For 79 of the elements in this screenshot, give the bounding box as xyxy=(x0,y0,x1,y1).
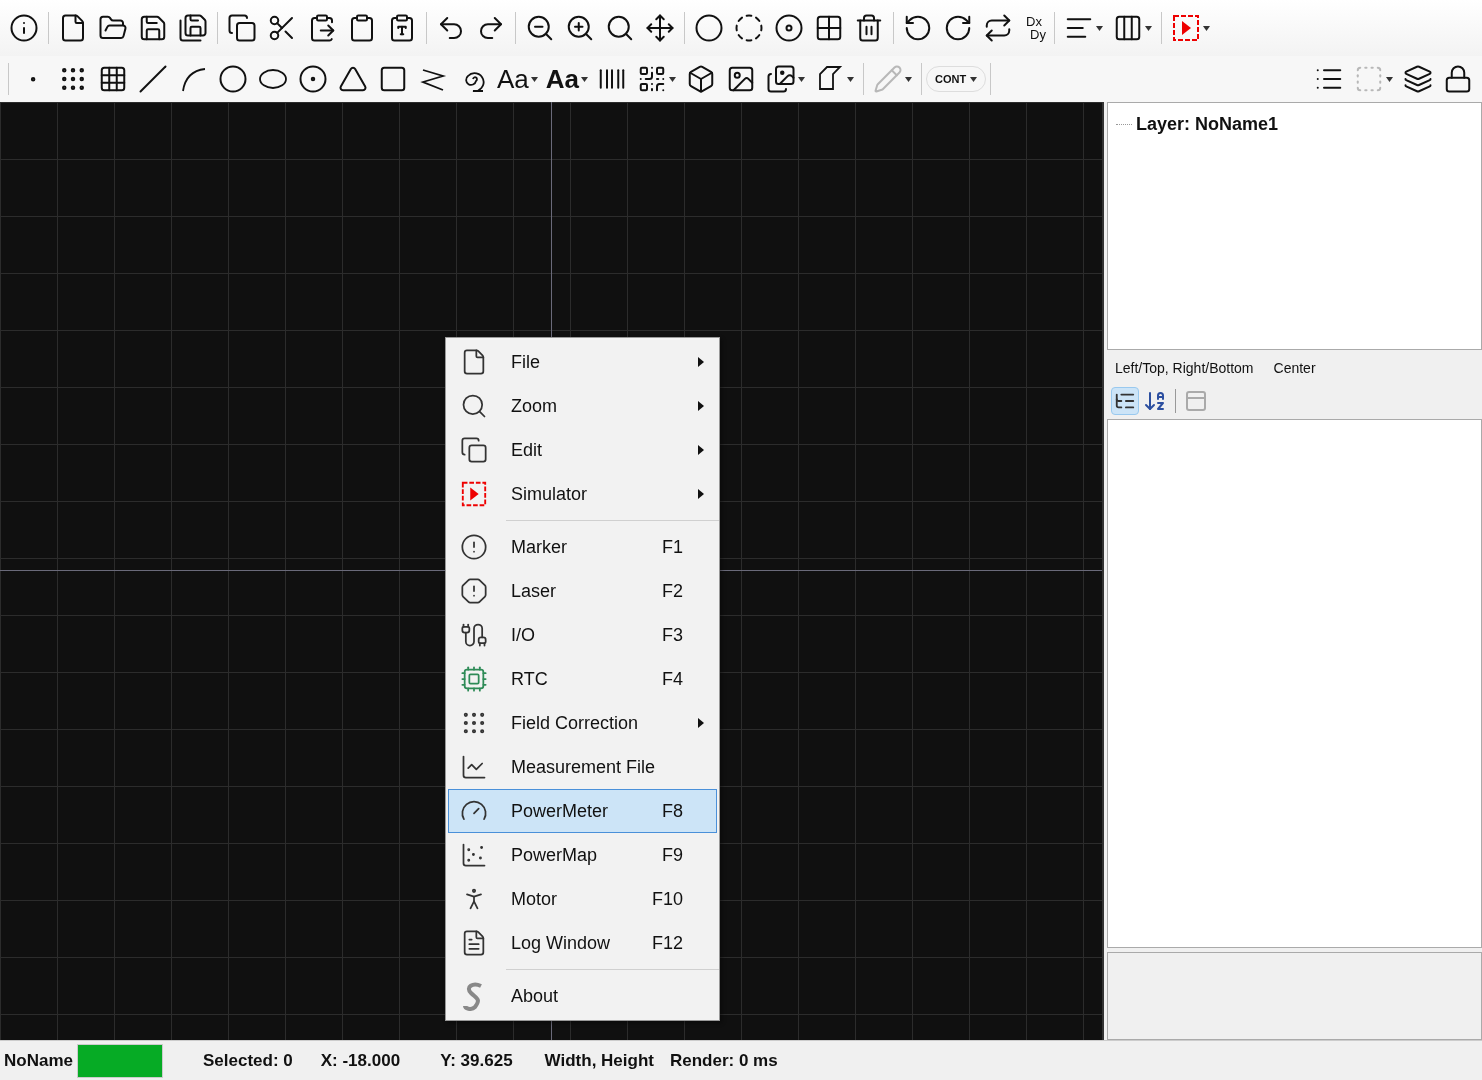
images-icon[interactable] xyxy=(766,64,797,94)
menu-item[interactable]: Edit xyxy=(448,428,717,472)
zoom-out-icon[interactable] xyxy=(525,13,555,43)
property-tab[interactable]: Left/Top, Right/Bottom xyxy=(1115,358,1254,379)
caret-icon[interactable] xyxy=(847,76,855,82)
triangle-icon[interactable] xyxy=(338,64,368,94)
categorized-button[interactable] xyxy=(1111,387,1139,415)
save-icon[interactable] xyxy=(138,13,168,43)
caret-icon[interactable] xyxy=(1386,76,1393,82)
submenu-arrow-icon xyxy=(698,445,704,455)
menu-item[interactable]: File xyxy=(448,340,717,384)
scatter-chart-icon xyxy=(460,841,488,869)
sort-alphabetical-icon[interactable] xyxy=(1143,389,1167,413)
chart-icon xyxy=(460,753,488,781)
rectangle-icon[interactable] xyxy=(378,64,408,94)
submenu-arrow-icon xyxy=(698,489,704,499)
caret-icon[interactable] xyxy=(581,76,589,82)
circle-icon[interactable] xyxy=(694,13,724,43)
flip-icon[interactable] xyxy=(983,13,1013,43)
font-button[interactable]: Aa xyxy=(493,66,542,92)
zoom-box-icon xyxy=(460,392,488,420)
exclamation-octagon-icon xyxy=(460,577,488,605)
line-icon[interactable] xyxy=(138,64,168,94)
menu-item[interactable]: I/O F3 xyxy=(448,613,717,657)
caret-icon[interactable] xyxy=(1095,25,1103,31)
tree-item[interactable]: Layer: NoName1 xyxy=(1136,111,1279,138)
zoom-in-icon[interactable] xyxy=(565,13,595,43)
offset-button[interactable]: Dx Dy xyxy=(1018,15,1050,41)
size-label: Width, Height xyxy=(544,1049,654,1072)
dashed-circle-icon[interactable] xyxy=(734,13,764,43)
pan-icon[interactable] xyxy=(645,13,675,43)
menu-item[interactable]: PowerMeter F8 xyxy=(448,789,717,833)
play-box-icon[interactable] xyxy=(1170,13,1201,43)
caret-icon[interactable] xyxy=(669,76,677,82)
property-tab[interactable]: Center xyxy=(1273,358,1316,379)
trash-icon[interactable] xyxy=(854,13,884,43)
caret-icon[interactable] xyxy=(970,76,978,82)
caret-icon[interactable] xyxy=(1144,25,1152,31)
layer-name: NoName xyxy=(3,1049,74,1072)
port-connector-icon xyxy=(460,621,488,649)
submenu-arrow-icon xyxy=(698,401,704,411)
menu-item[interactable]: Simulator xyxy=(448,472,717,516)
caret-icon[interactable] xyxy=(798,76,806,82)
menu-item[interactable]: Motor F10 xyxy=(448,877,717,921)
render-time: Render: 0 ms xyxy=(670,1049,778,1072)
submenu-arrow-icon xyxy=(698,357,704,367)
lock-icon[interactable] xyxy=(1443,64,1473,94)
rotate-right-icon[interactable] xyxy=(943,13,973,43)
split-icon[interactable] xyxy=(814,13,844,43)
grid-icon[interactable] xyxy=(98,64,128,94)
menu-item[interactable]: Zoom xyxy=(448,384,717,428)
menu-item[interactable]: Laser F2 xyxy=(448,569,717,613)
menu-item[interactable]: RTC F4 xyxy=(448,657,717,701)
zoom-box-icon[interactable] xyxy=(605,13,635,43)
save-as-icon[interactable] xyxy=(178,13,208,43)
menu-item[interactable]: PowerMap F9 xyxy=(448,833,717,877)
menu-item[interactable]: About xyxy=(448,974,717,1018)
copy-icon xyxy=(460,436,488,464)
menu-item[interactable]: Marker F1 xyxy=(448,525,717,569)
drawing-canvas[interactable]: File Zoom Edit Simulator Marker F1 Laser F2 I/O F3 RTC F4 Field Correction Measurement File PowerMeter F8 PowerMap F9 Motor F10 Log Window F12 About xyxy=(0,102,1102,1040)
submenu-arrow-icon xyxy=(698,718,704,728)
caret-icon[interactable] xyxy=(1202,25,1210,31)
bold-font-button[interactable]: Aa xyxy=(541,66,593,92)
circle-icon[interactable] xyxy=(218,64,248,94)
rotate-left-icon[interactable] xyxy=(903,13,933,43)
caret-icon[interactable] xyxy=(530,76,538,82)
caret-icon[interactable] xyxy=(905,76,913,82)
info-icon[interactable] xyxy=(9,13,39,43)
selected-count: Selected: 0 xyxy=(202,1049,293,1072)
menu-item[interactable]: Measurement File xyxy=(448,745,717,789)
layers-icon[interactable] xyxy=(1403,64,1433,94)
play-box-icon xyxy=(460,480,488,508)
menu-item[interactable]: Field Correction xyxy=(448,701,717,745)
x-coordinate: X: -18.000 xyxy=(320,1049,401,1072)
menu-item[interactable]: Log Window F12 xyxy=(448,921,717,965)
y-coordinate: Y: 39.625 xyxy=(440,1049,513,1072)
exclamation-circle-icon xyxy=(460,533,488,561)
copy-icon[interactable] xyxy=(227,13,257,43)
circuit-board-icon xyxy=(460,665,488,693)
